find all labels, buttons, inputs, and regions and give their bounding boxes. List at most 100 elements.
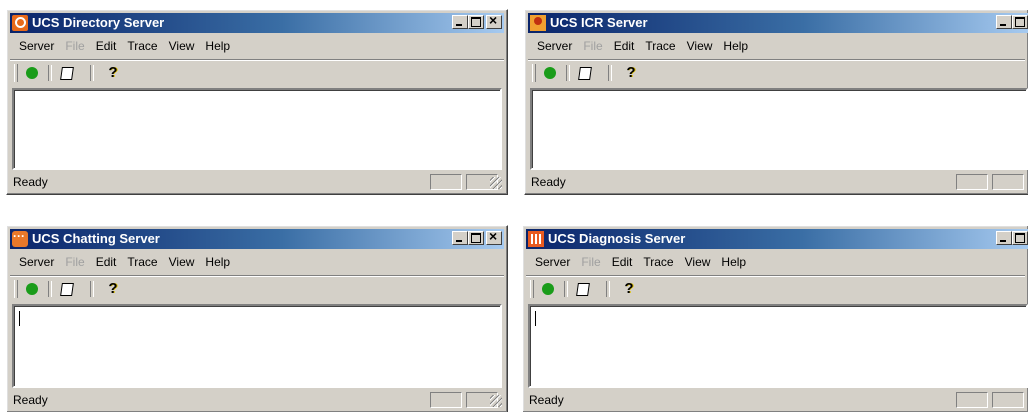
menu-file[interactable]: File <box>60 37 90 55</box>
help-icon[interactable]: ? <box>102 64 124 82</box>
status-text: Ready <box>531 175 566 189</box>
menu-trace[interactable]: Trace <box>640 37 681 55</box>
help-icon[interactable]: ? <box>620 64 642 82</box>
log-area[interactable] <box>528 304 1028 388</box>
status-panel <box>992 392 1024 408</box>
status-bar: Ready <box>526 391 1028 409</box>
status-panel <box>430 174 462 190</box>
start-server-icon[interactable] <box>22 64 44 82</box>
toolbar: ? <box>528 59 1025 86</box>
toolbar-separator <box>564 281 568 297</box>
menu-server[interactable]: Server <box>532 37 578 55</box>
toolbar: ? <box>10 275 504 302</box>
minimize-icon[interactable] <box>452 15 468 29</box>
menu-help[interactable]: Help <box>718 37 754 55</box>
toolbar-grip[interactable] <box>14 280 18 298</box>
start-server-icon[interactable] <box>538 280 560 298</box>
edit-icon[interactable] <box>574 64 596 82</box>
toolbar-grip[interactable] <box>530 280 534 298</box>
toolbar-grip[interactable] <box>532 64 536 82</box>
menu-trace[interactable]: Trace <box>122 253 163 271</box>
minimize-icon[interactable] <box>996 15 1012 29</box>
menu-edit[interactable]: Edit <box>91 253 123 271</box>
toolbar-separator <box>90 281 94 297</box>
menu-edit[interactable]: Edit <box>607 253 639 271</box>
diagnosis-icon[interactable] <box>528 231 544 247</box>
help-icon[interactable]: ? <box>102 280 124 298</box>
close-icon[interactable] <box>486 228 502 245</box>
status-text: Ready <box>13 175 48 189</box>
menu-server[interactable]: Server <box>14 37 60 55</box>
status-text: Ready <box>13 393 48 407</box>
toolbar-separator <box>606 281 610 297</box>
minimize-icon[interactable] <box>452 231 468 245</box>
log-area[interactable] <box>530 88 1028 170</box>
help-icon[interactable]: ? <box>618 280 640 298</box>
window-chatting-server[interactable]: UCS Chatting Server Server File Edit Tra… <box>6 225 508 412</box>
menu-help[interactable]: Help <box>716 253 752 271</box>
title-bar[interactable]: UCS Directory Server <box>10 12 504 33</box>
menu-view[interactable]: View <box>164 253 201 271</box>
menu-bar: Server File Edit Trace View Help <box>10 37 504 55</box>
icr-icon[interactable] <box>530 15 546 31</box>
edit-icon[interactable] <box>56 64 78 82</box>
toolbar-separator <box>48 281 52 297</box>
resize-grip-icon[interactable] <box>490 177 502 189</box>
maximize-icon[interactable] <box>1012 15 1028 29</box>
resize-grip-icon[interactable] <box>490 395 502 407</box>
maximize-icon[interactable] <box>468 231 484 245</box>
menu-bar: Server File Edit Trace View Help <box>528 37 1025 55</box>
menu-view[interactable]: View <box>680 253 717 271</box>
chat-icon[interactable] <box>12 229 28 247</box>
menu-trace[interactable]: Trace <box>638 253 679 271</box>
minimize-icon[interactable] <box>996 231 1012 245</box>
window-icr-server[interactable]: UCS ICR Server Server File Edit Trace Vi… <box>524 9 1028 195</box>
log-area[interactable] <box>12 304 502 388</box>
menu-file[interactable]: File <box>576 253 606 271</box>
toolbar-separator <box>90 65 94 81</box>
window-title: UCS Chatting Server <box>32 231 160 246</box>
text-caret <box>19 311 20 326</box>
maximize-icon[interactable] <box>468 15 484 29</box>
start-server-icon[interactable] <box>22 280 44 298</box>
directory-icon[interactable] <box>12 15 28 31</box>
window-diagnosis-server[interactable]: UCS Diagnosis Server Server File Edit Tr… <box>522 225 1028 412</box>
status-panel <box>956 174 988 190</box>
menu-file[interactable]: File <box>578 37 608 55</box>
edit-icon[interactable] <box>572 280 594 298</box>
window-title: UCS ICR Server <box>550 15 648 30</box>
menu-help[interactable]: Help <box>200 253 236 271</box>
menu-help[interactable]: Help <box>200 37 236 55</box>
status-panel <box>956 392 988 408</box>
menu-view[interactable]: View <box>164 37 201 55</box>
status-panel <box>992 174 1024 190</box>
status-panel <box>430 392 462 408</box>
menu-bar: Server File Edit Trace View Help <box>10 253 504 271</box>
menu-view[interactable]: View <box>682 37 719 55</box>
menu-edit[interactable]: Edit <box>91 37 123 55</box>
menu-server[interactable]: Server <box>530 253 576 271</box>
close-icon[interactable] <box>486 12 502 29</box>
start-server-icon[interactable] <box>540 64 562 82</box>
status-bar: Ready <box>10 391 504 409</box>
edit-icon[interactable] <box>56 280 78 298</box>
toolbar-separator <box>608 65 612 81</box>
toolbar-grip[interactable] <box>14 64 18 82</box>
menu-server[interactable]: Server <box>14 253 60 271</box>
maximize-icon[interactable] <box>1012 231 1028 245</box>
window-directory-server[interactable]: UCS Directory Server Server File Edit Tr… <box>6 9 508 195</box>
status-text: Ready <box>529 393 564 407</box>
toolbar-separator <box>566 65 570 81</box>
menu-edit[interactable]: Edit <box>609 37 641 55</box>
toolbar-separator <box>48 65 52 81</box>
menu-trace[interactable]: Trace <box>122 37 163 55</box>
toolbar: ? <box>526 275 1025 302</box>
toolbar: ? <box>10 59 504 86</box>
text-caret <box>535 311 536 326</box>
title-bar[interactable]: UCS Diagnosis Server <box>526 229 1028 249</box>
menu-file[interactable]: File <box>60 253 90 271</box>
title-bar[interactable]: UCS ICR Server <box>528 13 1028 33</box>
status-bar: Ready <box>528 173 1028 191</box>
log-area[interactable] <box>12 88 502 170</box>
title-bar[interactable]: UCS Chatting Server <box>10 228 504 249</box>
